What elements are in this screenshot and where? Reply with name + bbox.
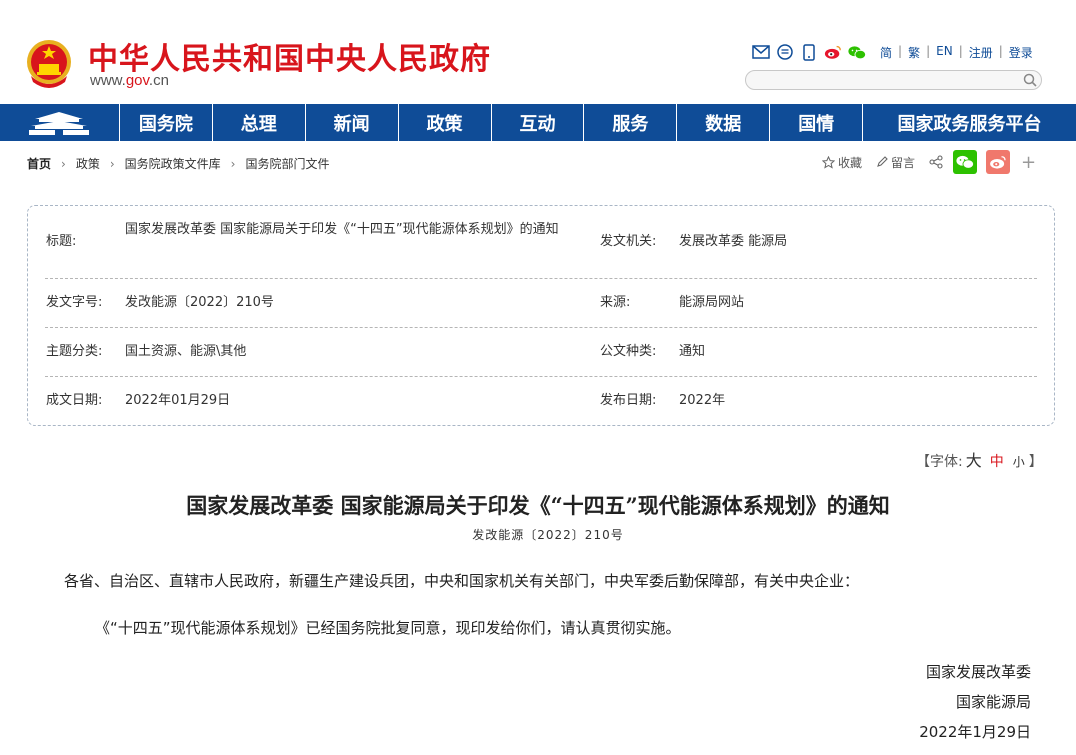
comment-button[interactable]: 留言 bbox=[876, 154, 915, 171]
signature-date: 2022年1月29日 bbox=[919, 723, 1031, 741]
link-separator: | bbox=[926, 44, 931, 58]
search-icon[interactable] bbox=[1023, 73, 1037, 87]
share-weibo-button[interactable] bbox=[986, 150, 1011, 174]
article-title: 国家发展改革委 国家能源局关于印发《“十四五”现代能源体系规划》的通知 bbox=[186, 493, 890, 518]
signature-ndrc: 国家发展改革委 bbox=[925, 663, 1031, 681]
font-size-switcher: 【字体: 大中小】 bbox=[916, 447, 1043, 471]
register-link[interactable]: 注册 bbox=[969, 44, 993, 61]
nav-item-interaction[interactable]: 互动 bbox=[492, 104, 585, 141]
breadcrumb: 首页 › 政策 › 国务院政策文件库 › 国务院部门文件 bbox=[27, 155, 330, 172]
site-url-brand: gov bbox=[125, 72, 149, 89]
link-separator: | bbox=[958, 44, 963, 58]
article-actions: 收藏 留言 + bbox=[822, 150, 1036, 174]
mobile-icon[interactable] bbox=[800, 43, 818, 61]
written-date-value: 2022年01月29日 bbox=[125, 393, 231, 408]
english-link[interactable]: EN bbox=[936, 44, 953, 61]
issuer-value: 发展改革委 能源局 bbox=[679, 234, 788, 249]
main-nav: 国务院 总理 新闻 政策 互动 服务 数据 国情 国家政务服务平台 bbox=[0, 104, 1076, 141]
nav-item-policy[interactable]: 政策 bbox=[399, 104, 492, 141]
docno-value: 发改能源〔2022〕210号 bbox=[125, 295, 274, 310]
link-separator: | bbox=[998, 44, 1003, 58]
weibo-icon[interactable] bbox=[824, 43, 842, 61]
source-value: 能源局网站 bbox=[679, 295, 745, 310]
nav-item-news[interactable]: 新闻 bbox=[306, 104, 399, 141]
topic-label: 主题分类: bbox=[46, 344, 103, 359]
share-wechat-button[interactable] bbox=[953, 150, 978, 174]
wechat-icon bbox=[956, 155, 975, 169]
breadcrumb-policy-library[interactable]: 国务院政策文件库 bbox=[125, 155, 221, 172]
simplified-link[interactable]: 简 bbox=[880, 44, 892, 61]
info-row-title bbox=[45, 206, 1037, 279]
breadcrumb-policy[interactable]: 政策 bbox=[76, 155, 100, 172]
site-url-suffix: .cn bbox=[148, 72, 169, 89]
top-links: 简 | 繁 | EN | 注册 | 登录 bbox=[880, 44, 1033, 61]
comment-label: 留言 bbox=[891, 155, 916, 170]
docno-label: 发文字号: bbox=[46, 295, 103, 310]
font-small-button[interactable]: 小 bbox=[1013, 455, 1025, 469]
breadcrumb-department-docs[interactable]: 国务院部门文件 bbox=[245, 155, 329, 172]
pencil-icon bbox=[877, 156, 888, 167]
article-salutation: 各省、自治区、直辖市人民政府，新疆生产建设兵团，中央和国家机关有关部门，中央军委… bbox=[64, 572, 860, 590]
weibo-icon bbox=[990, 156, 1006, 169]
top-share-icons bbox=[752, 43, 866, 61]
signature-nea: 国家能源局 bbox=[955, 693, 1031, 711]
nav-item-services[interactable]: 服务 bbox=[584, 104, 678, 141]
star-icon bbox=[822, 155, 835, 169]
nav-item-premier[interactable]: 总理 bbox=[213, 104, 306, 141]
doctype-value: 通知 bbox=[679, 344, 706, 359]
share-button[interactable] bbox=[929, 155, 943, 169]
source-label: 来源: bbox=[600, 295, 631, 310]
chevron-right-icon: › bbox=[109, 156, 115, 171]
site-url-prefix: www. bbox=[90, 72, 126, 89]
site-header: 中华人民共和国中央人民政府 www.gov.cn 简 | 繁 | EN | 注册… bbox=[0, 0, 1076, 104]
search-input[interactable] bbox=[745, 70, 1042, 90]
chevron-right-icon: › bbox=[61, 156, 66, 171]
chevron-right-icon: › bbox=[230, 156, 236, 171]
nav-item-data[interactable]: 数据 bbox=[677, 104, 771, 141]
favorite-button[interactable]: 收藏 bbox=[822, 154, 862, 171]
doctype-label: 公文种类: bbox=[600, 344, 657, 359]
written-date-label: 成文日期: bbox=[46, 393, 103, 408]
article-doc-number: 发改能源〔2022〕210号 bbox=[472, 528, 624, 542]
site-url[interactable]: www.gov.cn bbox=[90, 72, 169, 89]
nav-item-national-info[interactable]: 国情 bbox=[770, 104, 864, 141]
home-nav-item[interactable] bbox=[0, 104, 120, 141]
more-share-icon[interactable]: + bbox=[1021, 152, 1036, 173]
title-value: 国家发展改革委 国家能源局关于印发《“十四五”现代能源体系规划》的通知 bbox=[125, 222, 559, 237]
document-info-box: 标题: 国家发展改革委 国家能源局关于印发《“十四五”现代能源体系规划》的通知 … bbox=[27, 205, 1055, 426]
login-link[interactable]: 登录 bbox=[1009, 44, 1033, 61]
breadcrumb-home[interactable]: 首页 bbox=[27, 155, 51, 172]
publish-date-label: 发布日期: bbox=[600, 393, 657, 408]
publish-date-value: 2022年 bbox=[679, 393, 726, 408]
topic-value: 国土资源、能源\其他 bbox=[125, 344, 247, 359]
wechat-icon[interactable] bbox=[848, 43, 866, 61]
share-icon bbox=[929, 155, 943, 169]
mail-icon[interactable] bbox=[752, 43, 770, 61]
favorite-label: 收藏 bbox=[838, 155, 863, 170]
font-size-close: 】 bbox=[1028, 454, 1043, 470]
article-body: 《“十四五”现代能源体系规划》已经国务院批复同意，现印发给你们，请认真贯彻实施。 bbox=[95, 619, 681, 637]
traditional-link[interactable]: 繁 bbox=[908, 44, 920, 61]
message-icon[interactable] bbox=[776, 43, 794, 61]
tiananmen-icon bbox=[29, 111, 90, 135]
nav-item-state-council[interactable]: 国务院 bbox=[120, 104, 213, 141]
national-emblem-icon[interactable] bbox=[25, 38, 73, 90]
nav-item-gov-service-platform[interactable]: 国家政务服务平台 bbox=[863, 104, 1076, 141]
title-label: 标题: bbox=[46, 234, 77, 249]
font-medium-button[interactable]: 中 bbox=[990, 454, 1004, 470]
link-separator: | bbox=[898, 44, 903, 58]
font-large-button[interactable]: 大 bbox=[966, 451, 982, 470]
issuer-label: 发文机关: bbox=[600, 234, 657, 249]
font-size-open: 【字体: bbox=[916, 454, 963, 470]
